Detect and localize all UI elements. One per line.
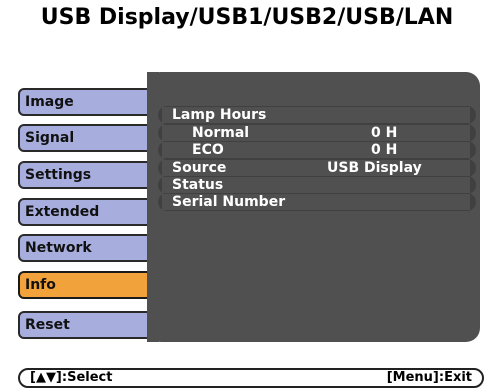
normal-label: Normal bbox=[192, 125, 250, 141]
tab-label: Extended bbox=[25, 204, 100, 220]
lamp-hours-label: Lamp Hours bbox=[172, 107, 267, 123]
tab-reset[interactable]: Reset bbox=[18, 311, 158, 339]
info-row-source: Source USB Display bbox=[162, 160, 470, 176]
tab-network[interactable]: Network bbox=[18, 234, 158, 262]
serial-number-label: Serial Number bbox=[172, 194, 286, 210]
eco-value: 0 H bbox=[371, 142, 398, 158]
info-row-normal: Normal 0 H bbox=[162, 125, 470, 141]
info-row-eco: ECO 0 H bbox=[162, 142, 470, 158]
info-row-serial: Serial Number bbox=[162, 194, 470, 210]
tab-extended[interactable]: Extended bbox=[18, 198, 158, 226]
eco-label: ECO bbox=[192, 142, 224, 158]
tab-settings[interactable]: Settings bbox=[18, 161, 158, 189]
source-label: Source bbox=[172, 160, 227, 176]
footer-hint-bar: [▲▼]:Select [Menu]:Exit bbox=[18, 368, 484, 388]
info-row-status: Status bbox=[162, 177, 470, 193]
normal-value: 0 H bbox=[371, 125, 398, 141]
tab-signal[interactable]: Signal bbox=[18, 124, 158, 152]
tab-label: Image bbox=[25, 94, 74, 110]
tab-label: Network bbox=[25, 240, 92, 256]
source-value: USB Display bbox=[327, 160, 422, 176]
status-label: Status bbox=[172, 177, 224, 193]
tab-label: Settings bbox=[25, 167, 92, 183]
exit-hint: [Menu]:Exit bbox=[386, 370, 472, 385]
tab-label: Reset bbox=[25, 317, 70, 333]
info-row-lamp-hours: Lamp Hours bbox=[162, 107, 470, 123]
select-hint: [▲▼]:Select bbox=[30, 370, 113, 385]
tab-image[interactable]: Image bbox=[18, 88, 158, 116]
tab-label: Info bbox=[25, 277, 56, 293]
page-title: USB Display/USB1/USB2/USB/LAN bbox=[40, 5, 454, 30]
tab-info[interactable]: Info bbox=[18, 271, 158, 299]
tab-label: Signal bbox=[25, 130, 75, 146]
